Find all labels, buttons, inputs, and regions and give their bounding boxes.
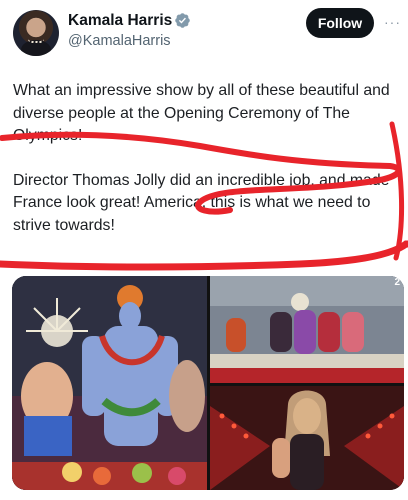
author-name[interactable]: Kamala Harris xyxy=(68,12,172,30)
tweet-paragraph-2: Director Thomas Jolly did an incredible … xyxy=(13,171,390,234)
verified-badge-icon xyxy=(175,13,190,28)
tweet-paragraph-1: What an impressive show by all of these … xyxy=(13,82,390,144)
author-handle[interactable]: @KamalaHarris xyxy=(68,33,171,49)
photo-left-illustration xyxy=(12,276,207,490)
more-options-icon[interactable]: ··· xyxy=(384,14,401,30)
photo-top-right-illustration xyxy=(210,276,404,383)
avatar[interactable] xyxy=(13,10,59,56)
tweet-text: What an impressive show by all of these … xyxy=(13,80,397,237)
follow-button[interactable]: Follow xyxy=(306,8,374,38)
tweet-media-grid[interactable]: 2 xyxy=(12,276,404,490)
media-photo-left[interactable] xyxy=(12,276,207,490)
photo-bottom-right-illustration xyxy=(210,386,404,490)
avatar-necklace xyxy=(28,39,44,43)
media-photo-bottom-right[interactable] xyxy=(210,386,404,490)
photo-count-badge: 2 xyxy=(394,277,400,288)
tweet-header: Kamala Harris @KamalaHarris Follow ··· xyxy=(0,0,408,66)
media-photo-top-right[interactable]: 2 xyxy=(210,276,404,383)
